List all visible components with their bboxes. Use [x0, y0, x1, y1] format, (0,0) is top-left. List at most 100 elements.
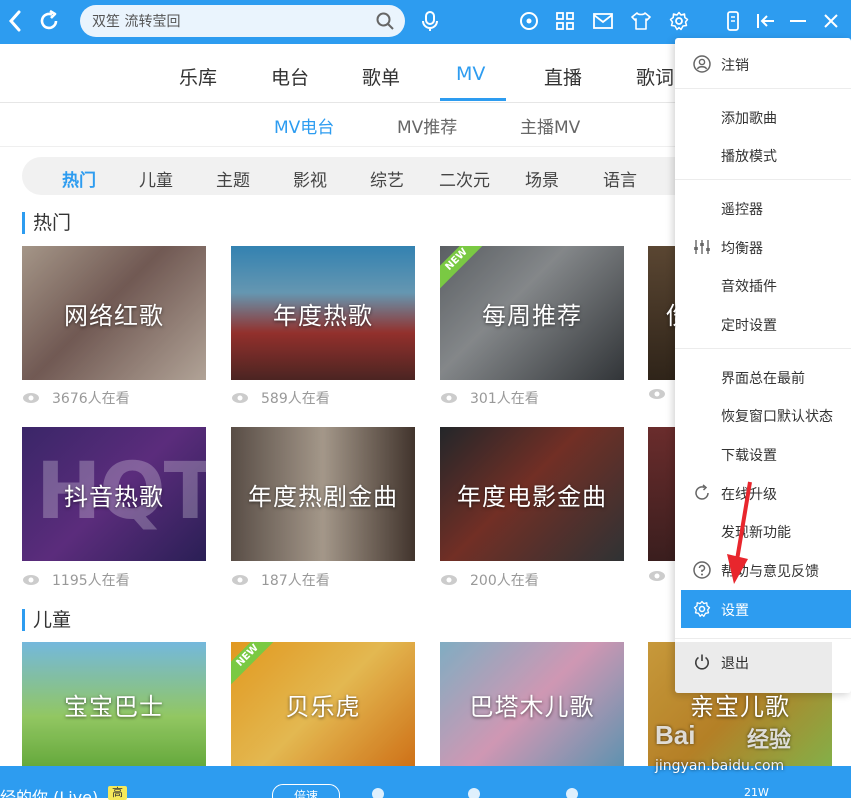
eye-icon	[232, 575, 248, 585]
search-box[interactable]	[80, 5, 405, 37]
menu-item-add-song[interactable]: 添加歌曲	[675, 98, 851, 136]
chevron-left-icon	[8, 10, 21, 32]
card-title: 宝宝巴士	[64, 692, 164, 721]
category-kids[interactable]: 儿童	[139, 166, 173, 191]
subtab-mv-radio[interactable]: MV电台	[274, 113, 334, 138]
menu-divider	[675, 348, 851, 349]
eye-icon	[232, 393, 248, 403]
shirt-icon	[631, 12, 651, 30]
mv-card[interactable]: 巴塔木儿歌	[440, 642, 624, 766]
menu-item-equalizer[interactable]: 均衡器	[675, 228, 851, 266]
refresh-icon	[692, 483, 712, 503]
menu-item-online-upgrade[interactable]: 在线升级	[675, 474, 851, 512]
main-menu-button[interactable]	[668, 10, 690, 32]
view-count: 200人在看	[440, 570, 539, 590]
card-title: 抖音热歌	[64, 482, 164, 511]
microphone-icon	[422, 11, 438, 31]
menu-item-always-on-top[interactable]: 界面总在最前	[675, 358, 851, 396]
menu-item-remote[interactable]: 遥控器	[675, 189, 851, 227]
apps-button[interactable]	[554, 10, 576, 32]
eye-icon	[649, 571, 665, 581]
menu-item-new-features[interactable]: 发现新功能	[675, 512, 851, 550]
user-icon	[692, 54, 712, 74]
player-skin-button[interactable]	[518, 10, 540, 32]
mini-mode-button[interactable]	[722, 10, 744, 32]
grid-icon	[556, 12, 574, 30]
card-title: 亲宝儿歌	[690, 692, 790, 721]
eye-icon	[441, 393, 457, 403]
category-language[interactable]: 语言	[603, 166, 637, 191]
subtab-mv-recommend[interactable]: MV推荐	[397, 113, 457, 138]
menu-item-timer[interactable]: 定时设置	[675, 305, 851, 343]
menu-item-settings[interactable]: 设置	[681, 590, 851, 628]
category-film[interactable]: 影视	[293, 166, 327, 191]
mv-card[interactable]: 年度电影金曲	[440, 427, 624, 561]
now-playing-title[interactable]: 经的你 (Live)	[0, 784, 98, 808]
menu-item-play-mode[interactable]: 播放模式	[675, 136, 851, 174]
tab-live[interactable]: 直播	[544, 63, 582, 90]
tab-lyrics[interactable]: 歌词	[636, 63, 674, 90]
search-icon[interactable]	[375, 11, 395, 31]
messages-button[interactable]	[592, 10, 614, 32]
help-icon	[692, 560, 712, 580]
category-variety[interactable]: 综艺	[370, 166, 404, 191]
tab-mv[interactable]: MV	[456, 63, 485, 85]
minimize-button[interactable]	[787, 10, 809, 32]
control-dot-icon[interactable]	[468, 788, 480, 800]
dock-button[interactable]	[755, 10, 777, 32]
mv-card[interactable]: 网络红歌	[22, 246, 206, 380]
view-count: 301人在看	[440, 388, 539, 408]
category-scene[interactable]: 场景	[525, 166, 559, 191]
control-dot-icon[interactable]	[372, 788, 384, 800]
mv-card[interactable]: 伤	[648, 246, 676, 380]
mv-card[interactable]: 宝宝巴士	[22, 642, 206, 766]
mv-card[interactable]: 亲宝儿歌	[648, 642, 832, 766]
menu-item-sound-plugin[interactable]: 音效插件	[675, 266, 851, 304]
mv-card[interactable]: HQT 抖音热歌	[22, 427, 206, 561]
view-count: 589人在看	[231, 388, 330, 408]
phone-icon	[727, 11, 739, 31]
mv-card[interactable]	[648, 427, 676, 561]
control-dot-icon[interactable]	[566, 788, 578, 800]
eye-icon	[23, 575, 39, 585]
skin-button[interactable]	[630, 10, 652, 32]
menu-item-download-settings[interactable]: 下载设置	[675, 435, 851, 473]
category-theme[interactable]: 主题	[216, 166, 250, 191]
menu-divider	[675, 638, 851, 639]
category-anime[interactable]: 二次元	[439, 166, 490, 191]
gear-icon	[692, 599, 712, 619]
search-input[interactable]	[92, 13, 362, 29]
record-icon	[520, 12, 538, 30]
category-hot[interactable]: 热门	[62, 166, 96, 191]
mv-card[interactable]: NEW 贝乐虎	[231, 642, 415, 766]
speed-button[interactable]: 倍速	[272, 784, 340, 808]
bitrate-label: 21W	[744, 786, 769, 799]
card-title: 年度热歌	[273, 301, 373, 330]
refresh-button[interactable]	[36, 8, 62, 34]
tab-playlist[interactable]: 歌单	[362, 63, 400, 90]
refresh-icon	[40, 9, 58, 30]
close-icon	[824, 14, 838, 28]
back-button[interactable]	[2, 8, 28, 34]
voice-search-button[interactable]	[419, 10, 441, 32]
eye-icon	[23, 393, 39, 403]
menu-item-restore-window[interactable]: 恢复窗口默认状态	[675, 396, 851, 434]
dock-icon	[757, 14, 774, 28]
tab-radio[interactable]: 电台	[271, 63, 309, 90]
mv-card[interactable]: 年度热歌	[231, 246, 415, 380]
card-title: 伤	[666, 296, 676, 331]
menu-item-help-feedback[interactable]: 帮助与意见反馈	[675, 551, 851, 589]
section-title-hot: 热门	[22, 212, 71, 234]
close-button[interactable]	[820, 10, 842, 32]
eye-icon	[649, 389, 665, 399]
mv-card[interactable]: 年度热剧金曲	[231, 427, 415, 561]
minimize-icon	[790, 20, 806, 22]
view-count: 187人在看	[231, 570, 330, 590]
mv-card[interactable]: NEW 每周推荐	[440, 246, 624, 380]
card-title: 年度热剧金曲	[248, 482, 398, 511]
menu-item-logout[interactable]: 注销	[675, 45, 851, 83]
tab-library[interactable]: 乐库	[179, 63, 217, 90]
card-title: 每周推荐	[482, 301, 582, 330]
subtab-anchor-mv[interactable]: 主播MV	[520, 113, 580, 138]
eye-icon	[441, 575, 457, 585]
